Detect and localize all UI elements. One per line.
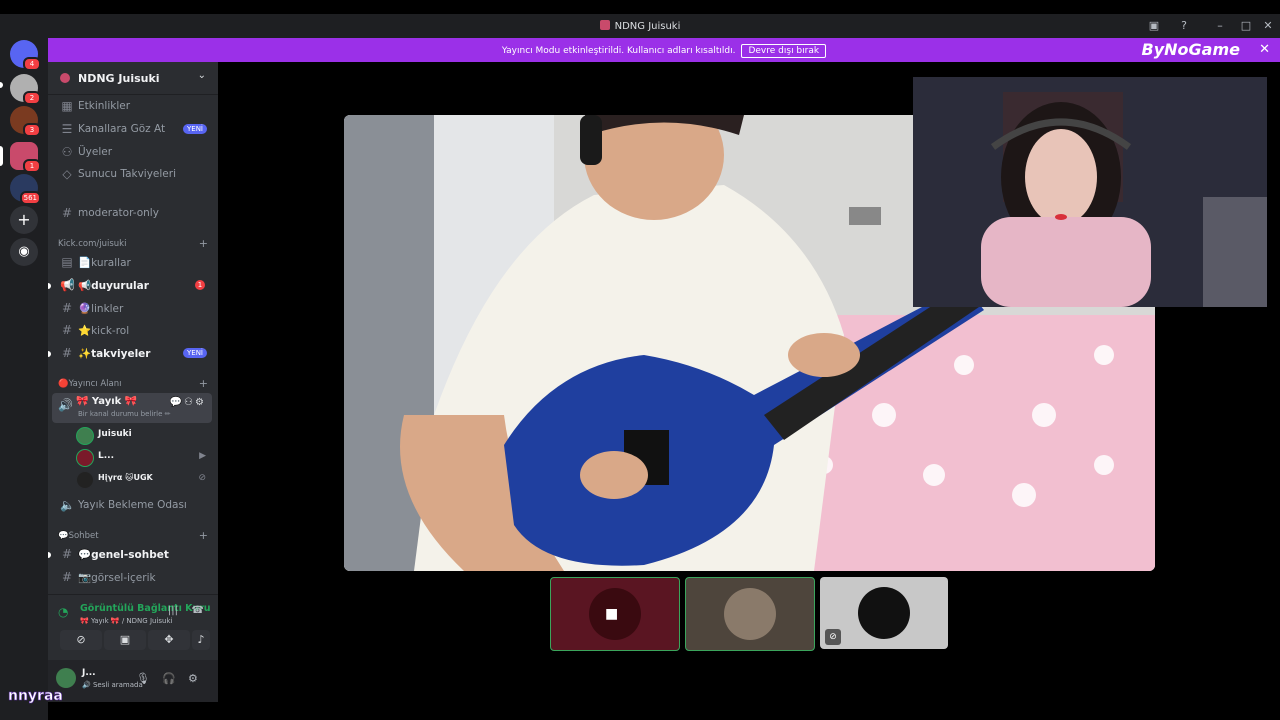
- participant-tile[interactable]: ■: [550, 577, 680, 651]
- banner-message: Yayıncı Modu etkinleştirildi. Kullanıcı …: [501, 46, 736, 56]
- close-banner-icon[interactable]: ✕: [1259, 42, 1270, 57]
- hash-icon: #: [61, 323, 73, 337]
- boost-icon: ◇: [62, 167, 72, 181]
- channel-moderator-only[interactable]: # moderator-only: [56, 203, 210, 223]
- server-icon[interactable]: 1: [10, 142, 41, 173]
- guild-header[interactable]: NDNG Juisuki ⌄: [48, 62, 218, 95]
- window-title: NDNG Juisuki: [0, 20, 1280, 32]
- discover-icon[interactable]: ◉: [10, 238, 38, 266]
- minimize-button[interactable]: –: [1212, 18, 1228, 34]
- avatar: [76, 427, 94, 445]
- participant-tile[interactable]: [685, 577, 815, 651]
- new-badge: YENİ: [183, 124, 207, 134]
- hash-icon: #: [61, 301, 73, 315]
- muted-mic-icon: ⊘: [825, 629, 841, 645]
- rules-icon: ▤: [61, 255, 73, 269]
- channel-genel-sohbet[interactable]: # 💬genel-sohbet: [56, 544, 210, 564]
- server-icon: [599, 20, 610, 30]
- channel-status[interactable]: Bir kanal durumu belirle ✏: [78, 410, 171, 418]
- avatar: [858, 587, 910, 639]
- add-channel-icon[interactable]: +: [199, 529, 208, 542]
- announcement-icon: 📢: [60, 278, 75, 292]
- channel-linkler[interactable]: # 🔮linkler: [56, 298, 210, 318]
- hash-icon: #: [61, 547, 73, 561]
- category-kick[interactable]: Kick.com/juisuki +: [58, 237, 208, 251]
- noise-suppression-icon[interactable]: |||: [168, 605, 178, 616]
- hash-icon: #: [61, 570, 73, 584]
- server-rail: 4 2 3 1 561 + ◉: [0, 38, 48, 720]
- headphones-icon[interactable]: 🎧: [162, 672, 176, 685]
- nav-events[interactable]: ▦ Etkinlikler: [56, 96, 210, 116]
- hash-icon: #: [61, 206, 73, 220]
- server-icon[interactable]: 561: [10, 174, 41, 205]
- maximize-button[interactable]: □: [1238, 18, 1254, 34]
- signal-icon[interactable]: ◔: [58, 605, 68, 619]
- nav-browse-channels[interactable]: ☰ Kanallara Göz At YENİ: [56, 119, 210, 139]
- avatar: [76, 449, 94, 467]
- channel-actions[interactable]: 💬⚇⚙: [170, 397, 206, 408]
- category-sohbet[interactable]: 💬Sohbet +: [58, 529, 208, 543]
- add-channel-icon[interactable]: +: [199, 237, 208, 250]
- list-icon: ☰: [61, 122, 73, 136]
- new-badge: YENİ: [183, 348, 207, 358]
- muted-mic-icon: ⊘: [198, 473, 206, 483]
- discord-home-icon[interactable]: 4: [10, 40, 41, 71]
- chevron-down-icon: ⌄: [197, 70, 206, 81]
- settings-gear-icon[interactable]: ⚙: [188, 672, 198, 685]
- help-icon[interactable]: ?: [1176, 18, 1192, 34]
- activities-button[interactable]: ✥: [148, 630, 190, 650]
- channel-takviyeler[interactable]: # ✨takviyeler YENİ: [56, 343, 210, 363]
- channel-sidebar: NDNG Juisuki ⌄ ▦ Etkinlikler ☰ Kanallara G…: [48, 62, 218, 702]
- avatar[interactable]: [56, 668, 76, 688]
- server-icon: [60, 73, 70, 83]
- hash-icon: #: [61, 346, 73, 360]
- voice-user[interactable]: Juisuki: [76, 425, 212, 445]
- add-server-icon[interactable]: +: [10, 206, 38, 234]
- members-icon: ⚇: [61, 145, 73, 159]
- screen-share-button[interactable]: ▣: [104, 630, 146, 650]
- soundboard-button[interactable]: ♪: [192, 630, 210, 650]
- channel-kurallar[interactable]: ▤ 📄kurallar: [56, 252, 210, 272]
- speaker-icon: 🔊: [58, 398, 73, 412]
- connection-location[interactable]: 🎀 Yayık 🎀 / NDNG Juisuki: [80, 617, 172, 625]
- calendar-icon: ▦: [61, 99, 73, 113]
- channel-kick-rol[interactable]: # ⭐kick-rol: [56, 320, 210, 340]
- streamer-mode-banner: Yayıncı Modu etkinleştirildi. Kullanıcı …: [48, 38, 1280, 62]
- participant-tile[interactable]: ⊘: [820, 577, 948, 649]
- window-titlebar: NDNG Juisuki ▣ ? – □ ✕: [0, 14, 1280, 38]
- stream-overlay-name: nnyraa: [8, 688, 63, 705]
- voice-user[interactable]: L... ▶: [76, 447, 212, 467]
- inbox-icon[interactable]: ▣: [1146, 18, 1162, 34]
- avatar: [724, 588, 776, 640]
- voice-channel-yayik[interactable]: 🔊 🎀 Yayık 🎀 Bir kanal durumu belirle ✏ 💬…: [52, 393, 212, 423]
- brand-logo: ByNoGame: [1141, 40, 1240, 59]
- avatar: [76, 471, 94, 489]
- microphone-icon[interactable]: 🎙: [136, 672, 150, 685]
- camera-off-button[interactable]: ⊘: [60, 630, 102, 650]
- disable-streamer-mode-button[interactable]: Devre dışı bırak: [741, 44, 827, 58]
- dm-avatar[interactable]: 3: [10, 106, 41, 137]
- streamer-webcam: [913, 77, 1267, 307]
- channel-duyurular[interactable]: 📢 📢duyurular 1: [56, 275, 210, 295]
- channel-gorsel-icerik[interactable]: # 📷görsel-içerik: [56, 567, 210, 587]
- add-channel-icon[interactable]: +: [199, 377, 208, 390]
- video-icon: ▶: [199, 451, 206, 461]
- nav-members[interactable]: ⚇ Üyeler: [56, 142, 210, 162]
- voice-channel-bekleme[interactable]: 🔈 Yayık Bekleme Odası: [56, 495, 210, 515]
- user-panel: J... 🔊 Sesli aramada 🎙 🎧 ⚙: [48, 660, 218, 702]
- mention-badge: 1: [195, 280, 205, 290]
- close-window-button[interactable]: ✕: [1260, 18, 1276, 34]
- voice-user[interactable]: Ηįγrα 🐱UGK ⊘: [76, 469, 212, 489]
- dm-avatar[interactable]: 2: [10, 74, 41, 105]
- camera-icon: ■: [605, 606, 619, 622]
- nav-server-boosts[interactable]: ◇ Sunucu Takviyeleri: [56, 164, 210, 184]
- webcam-overlay-video: [913, 77, 1267, 307]
- category-yayinci[interactable]: 🔴Yayıncı Alanı +: [58, 377, 208, 391]
- speaker-icon: 🔈: [60, 498, 75, 512]
- disconnect-icon[interactable]: ☎: [192, 605, 204, 616]
